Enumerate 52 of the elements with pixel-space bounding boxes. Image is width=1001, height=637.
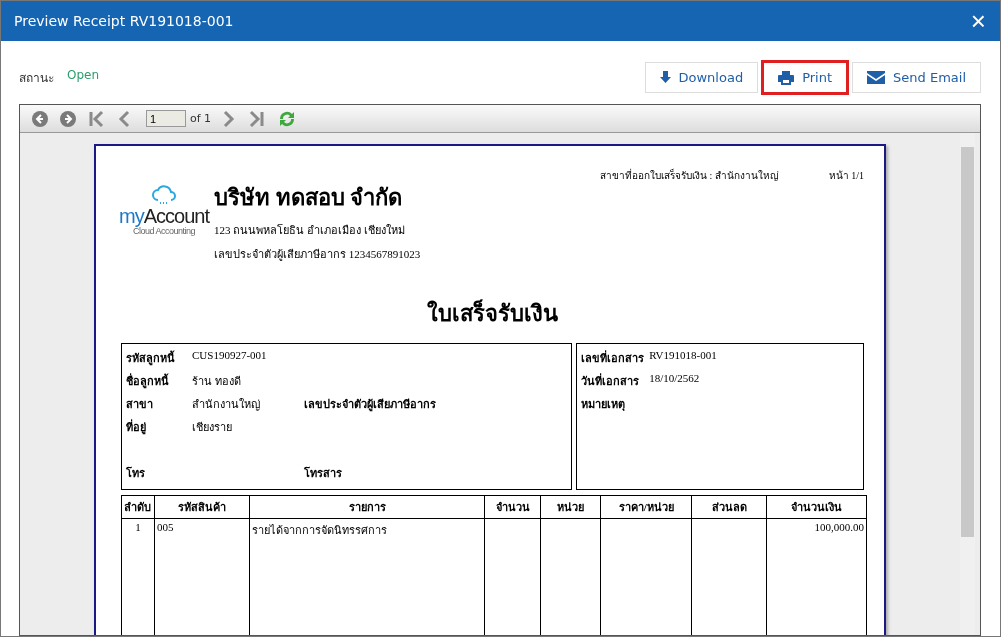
field-label: โทรสาร bbox=[304, 465, 343, 481]
field-label: ชื่อลูกหนี้ bbox=[126, 372, 170, 390]
field-label: โทร bbox=[126, 465, 146, 481]
field-value: สำนักงานใหญ่ bbox=[192, 397, 261, 413]
company-tax-id: เลขประจำตัวผู้เสียภาษีอากร 1234567891023 bbox=[214, 247, 421, 263]
field-label: สาขา bbox=[126, 397, 154, 412]
page-count: of 1 bbox=[190, 112, 212, 125]
field-value: CUS190927-001 bbox=[192, 349, 268, 361]
company-address: 123 ถนนพหลโยธิน อำเภอเมือง เชียงใหม่ bbox=[214, 223, 406, 238]
page-label: หน้า 1/1 bbox=[828, 169, 864, 183]
printer-icon bbox=[778, 70, 795, 85]
branch-line: สาขาที่ออกใบเสร็จรับเงิน : สำนักงานใหญ่ bbox=[599, 168, 779, 183]
column-header: หน่วย bbox=[540, 495, 601, 519]
document-title: ใบเสร็จรับเงิน bbox=[426, 298, 559, 328]
last-page-icon[interactable] bbox=[247, 109, 266, 128]
previous-page-icon[interactable] bbox=[118, 109, 130, 128]
field-label: ที่อยู่ bbox=[126, 418, 147, 436]
column-header: ราคา/หน่วย bbox=[600, 495, 692, 519]
field-value: ร้าน ทองดี bbox=[192, 374, 242, 389]
download-icon bbox=[659, 71, 671, 84]
table-cell: 100,000.00 bbox=[814, 521, 864, 533]
column-header: รหัสสินค้า bbox=[154, 495, 250, 519]
column-header: ส่วนลด bbox=[691, 495, 767, 519]
page-number-field[interactable]: 1 bbox=[146, 110, 186, 127]
table-cell: 005 bbox=[157, 521, 174, 533]
close-button[interactable]: × bbox=[968, 8, 988, 34]
field-label: รหัสลูกหนี้ bbox=[126, 349, 176, 367]
field-value: RV191018-001 bbox=[649, 349, 718, 361]
field-label: เลขที่เอกสาร bbox=[581, 349, 646, 366]
field-value: เชียงราย bbox=[192, 420, 233, 435]
download-button[interactable]: Download bbox=[644, 62, 759, 93]
back-icon[interactable] bbox=[32, 110, 48, 127]
column-header: รายการ bbox=[249, 495, 485, 519]
company-name: บริษัท ทดสอบ จำกัด bbox=[214, 184, 403, 212]
email-button[interactable]: Send Email bbox=[852, 62, 981, 93]
status-value: Open bbox=[67, 68, 100, 84]
table-cell: 1 bbox=[135, 521, 141, 533]
table-cell: รายได้จากการจัดนิทรรศการ bbox=[251, 524, 387, 536]
print-button[interactable]: Print bbox=[763, 62, 848, 93]
column-header: จำนวน bbox=[484, 495, 541, 519]
column-header: ลำดับ bbox=[121, 495, 155, 519]
next-page-icon[interactable] bbox=[223, 109, 236, 128]
first-page-icon[interactable] bbox=[88, 109, 106, 128]
field-value: 18/10/2562 bbox=[649, 372, 701, 384]
field-label: วันที่เอกสาร bbox=[581, 372, 641, 389]
forward-icon[interactable] bbox=[60, 110, 76, 127]
window-title: Preview Receipt RV191018-001 bbox=[14, 13, 234, 29]
status-label: สถานะ bbox=[19, 70, 54, 87]
field-label: หมายเหตุ bbox=[581, 397, 627, 413]
field-label: เลขประจำตัวผู้เสียภาษีอากร bbox=[304, 397, 436, 413]
envelope-icon bbox=[867, 71, 886, 84]
column-header: จำนวนเงิน bbox=[766, 495, 867, 519]
